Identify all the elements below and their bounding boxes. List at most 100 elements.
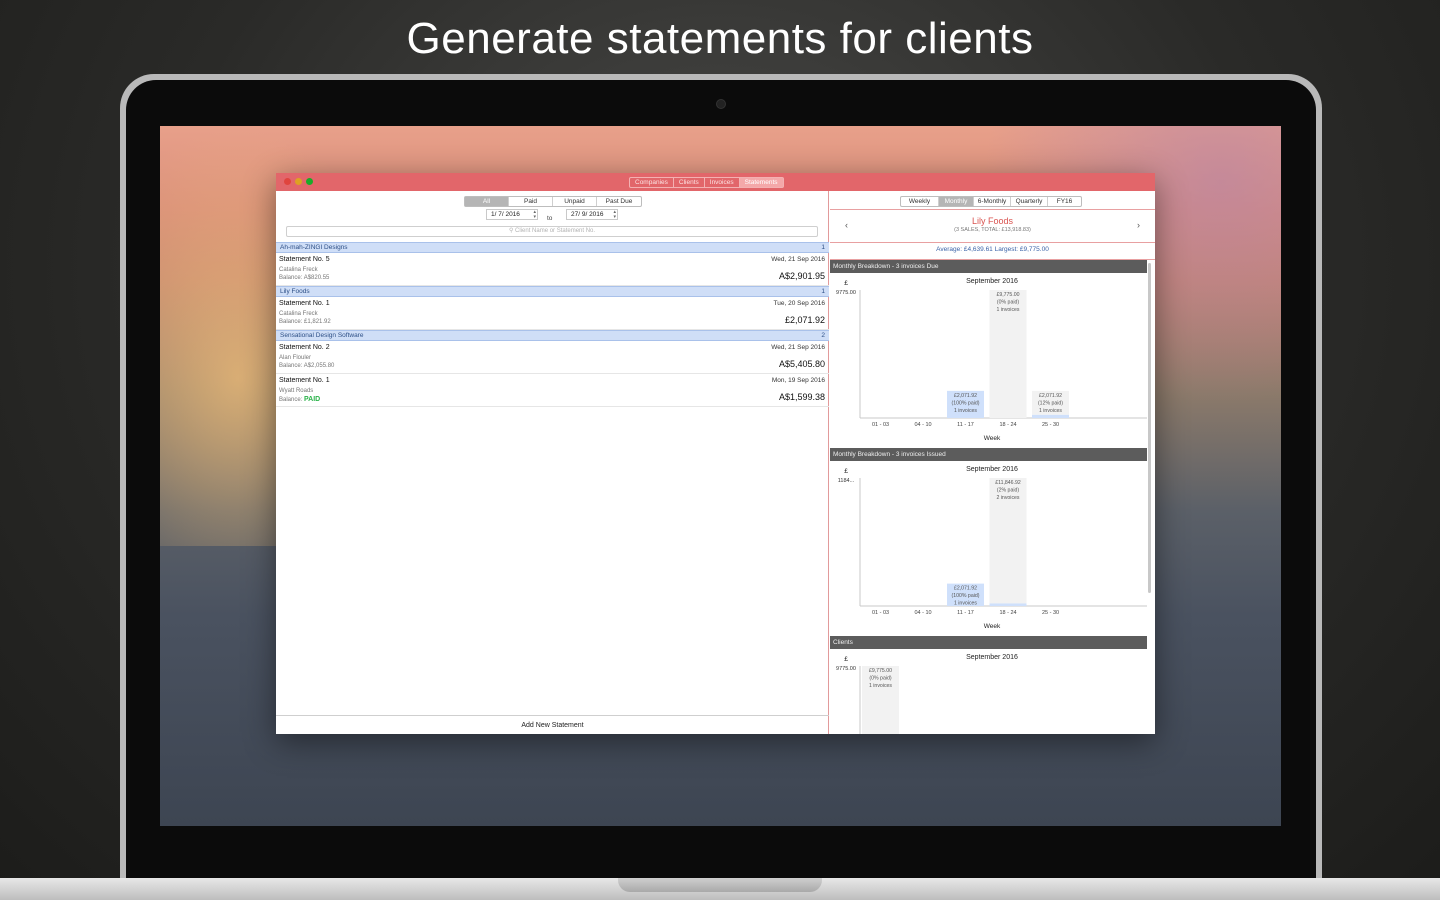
x-axis-label: Week [984,435,1001,442]
statement-date: Wed, 21 Sep 2016 [771,256,825,263]
x-tick-label: 01 - 03 [872,610,889,616]
balance-value: A$820.55 [303,275,330,281]
main-tabs: Companies Clients Invoices Statements [629,177,784,188]
date-to-field[interactable]: 27/ 9/ 2016 ▴ ▾ [566,209,618,220]
search-icon: ⚲ [508,228,514,234]
bar-data-label: 1 invoices [954,408,977,414]
client-summary: (3 SALES, TOTAL: £13,918.83) [954,227,1031,233]
group-header: Sensational Design Software 2 [276,330,829,341]
laptop-notch [618,878,822,892]
bar-data-label: (0% paid) [869,676,891,682]
x-tick-label: 11 - 17 [957,422,974,428]
bar-data-label: (2% paid) [997,488,1019,494]
date-from-stepper[interactable]: ▴ ▾ [533,210,536,220]
search-input[interactable]: ⚲ Client Name or Statement No. [286,226,818,237]
statement-balance: Balance: £1,821.92 [279,319,331,325]
chart-title: September 2016 [966,278,1018,285]
statement-contact: Catalina Freck [279,267,318,273]
client-header: ‹ Lily Foods (3 SALES, TOTAL: £13,918.83… [830,209,1155,243]
statement-amount: A$1,599.38 [778,392,825,402]
search-placeholder: Client Name or Statement No. [515,228,596,234]
statement-row[interactable]: Statement No. 1 Tue, 20 Sep 2016 Catalina … [276,297,829,330]
statement-date: Wed, 21 Sep 2016 [771,344,825,351]
group-name: Lily Foods [280,288,310,295]
x-tick-label: 18 - 24 [999,610,1016,616]
date-from-field[interactable]: 1/ 7/ 2016 ▴ ▾ [486,209,538,220]
tab-clients[interactable]: Clients [674,178,705,187]
report-scroll-area: Monthly Breakdown - 3 invoices Due Septe… [830,259,1155,734]
add-new-statement-button[interactable]: Add New Statement [276,715,829,734]
statement-contact: Catalina Freck [279,311,318,317]
statement-title: Statement No. 1 [279,300,330,307]
group-header: Ah-mah-ZINGI Designs 1 [276,242,829,253]
balance-label: Balance: [279,363,304,369]
minimize-window-icon[interactable] [295,178,302,185]
period-monthly[interactable]: Monthly [939,197,974,206]
statement-title: Statement No. 2 [279,344,330,351]
statement-title: Statement No. 5 [279,256,330,263]
y-axis-max-label: 1184... [838,478,855,484]
statement-contact: Alan Flouler [279,355,312,361]
group-count: 2 [821,332,825,339]
statement-balance: Balance: PAID [279,396,320,403]
bar [1032,414,1069,418]
period-fy16[interactable]: FY16 [1048,197,1081,206]
statement-row[interactable]: Statement No. 1 Mon, 19 Sep 2016 Wyatt Roa… [276,374,829,407]
statement-row[interactable]: Statement No. 5 Wed, 21 Sep 2016 Catalina … [276,253,829,286]
average-largest-line: Average: £4,639.61 Largest: £9,775.00 [936,246,1049,253]
filter-past-due[interactable]: Past Due [597,197,641,206]
zoom-window-icon[interactable] [306,178,313,185]
tab-companies[interactable]: Companies [630,178,674,187]
bar-data-label: £2,071.92 [1039,393,1062,399]
bar-data-label: (12% paid) [1038,400,1063,406]
statement-list: Ah-mah-ZINGI Designs 1 Statement No. 5 Wed,… [276,242,829,407]
filter-all[interactable]: All [465,197,509,206]
bar-data-label: 1 invoices [869,683,892,689]
due-breakdown-chart: September 2016 £9775.00 01 - 03 04 - 10 £2,0… [836,278,1147,442]
period-6-monthly[interactable]: 6-Monthly [974,197,1011,206]
paid-badge: PAID [304,396,321,403]
period-quarterly[interactable]: Quarterly [1011,197,1048,206]
tab-statements[interactable]: Statements [739,178,783,187]
statement-balance: Balance: A$2,055.80 [279,363,334,369]
bar-data-label: £2,071.92 [954,393,977,399]
x-tick-label: 18 - 24 [999,422,1016,428]
period-weekly[interactable]: Weekly [901,197,939,206]
group-name: Ah-mah-ZINGI Designs [280,244,348,251]
issued-breakdown-chart: September 2016 £1184... 01 - 03 04 - 10 £2,0… [838,466,1147,630]
next-client-icon[interactable]: › [1137,220,1140,230]
chart-title: September 2016 [966,466,1018,473]
due-breakdown-header: Monthly Breakdown - 3 invoices Due [830,260,1147,273]
bar-data-label: (0% paid) [997,300,1019,306]
bar-data-label: 1 invoices [954,601,977,607]
statement-balance: Balance: A$820.55 [279,275,329,281]
statements-pane: All Paid Unpaid Past Due 1/ 7/ 2016 ▴ ▾ to 2… [276,191,829,734]
y-axis-unit: £ [844,656,848,663]
tab-invoices[interactable]: Invoices [705,178,740,187]
client-name: Lily Foods [971,216,1014,226]
issued-breakdown-header: Monthly Breakdown - 3 invoices Issued [830,448,1147,461]
balance-label: Balance: [279,397,305,403]
bar-data-label: (100% paid) [952,400,980,406]
bar-data-label: £11,846.92 [995,480,1021,486]
statement-title: Statement No. 1 [279,377,330,384]
y-axis-max-label: 9775.00 [836,666,856,672]
app-window: Companies Clients Invoices Statements All Pa… [276,173,1155,734]
balance-value: £1,821.92 [304,319,331,325]
x-tick-label: 25 - 30 [1042,422,1059,428]
statement-row[interactable]: Statement No. 2 Wed, 21 Sep 2016 Alan Flou… [276,341,829,374]
date-to-stepper[interactable]: ▴ ▾ [613,210,616,220]
statement-amount: A$5,405.80 [778,359,825,369]
title-bar: Companies Clients Invoices Statements [276,173,1155,191]
filter-unpaid[interactable]: Unpaid [553,197,597,206]
close-window-icon[interactable] [284,178,291,185]
report-pane: Weekly Monthly 6-Monthly Quarterly FY16 ‹ Li… [830,191,1155,734]
filter-paid[interactable]: Paid [509,197,553,206]
balance-label: Balance: [279,319,305,325]
y-axis-max-label: 9775.00 [836,290,856,296]
bar-data-label: £9,775.00 [869,668,892,674]
bar-data-label: (100% paid) [952,593,980,599]
report-scrollbar[interactable] [1148,263,1151,593]
statement-date: Tue, 20 Sep 2016 [773,300,825,307]
bar-data-label: £2,071.92 [954,586,977,592]
